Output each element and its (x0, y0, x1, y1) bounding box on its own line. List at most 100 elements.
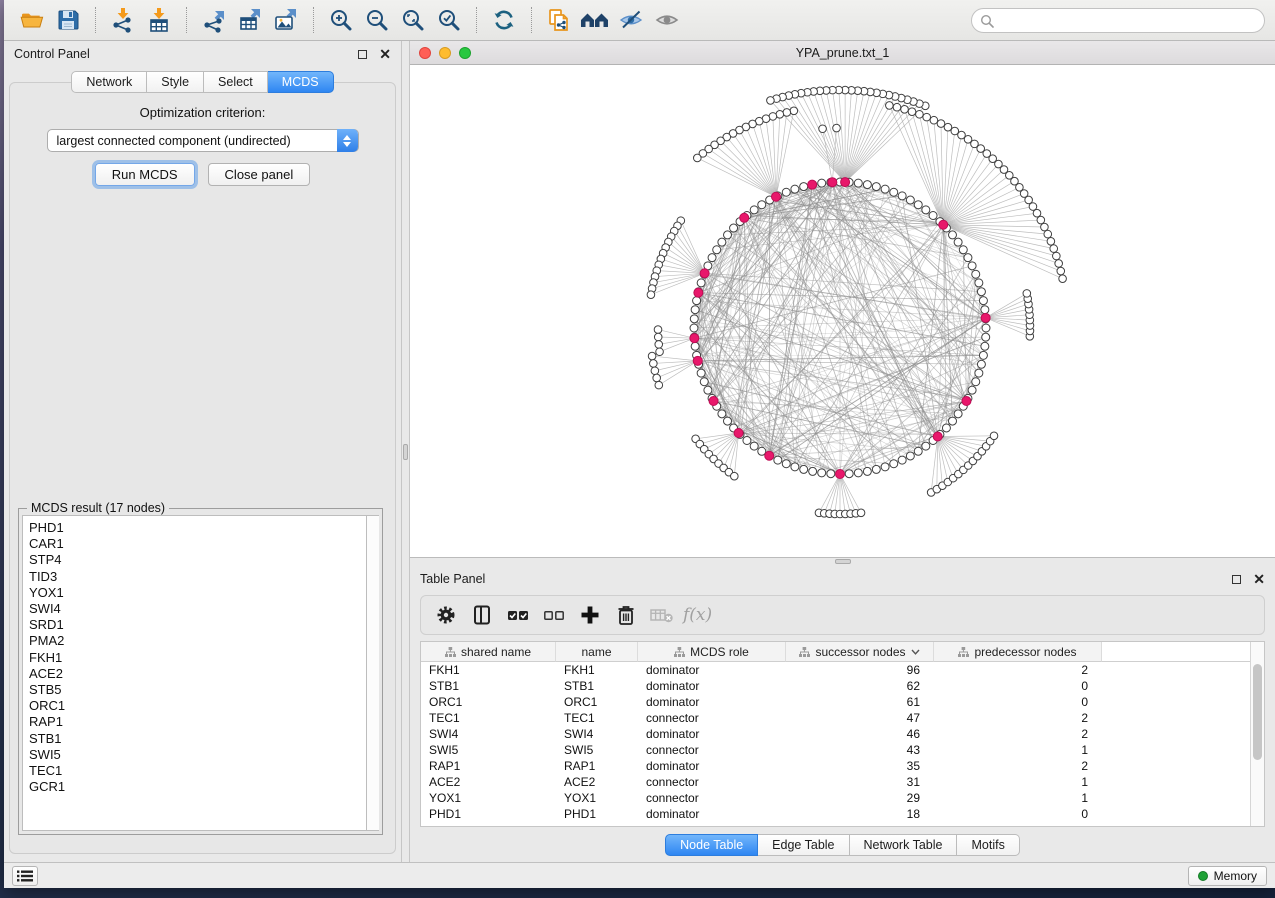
table-cell[interactable]: 29 (786, 791, 934, 805)
mcds-result-item[interactable]: RAP1 (29, 714, 378, 730)
table-cell[interactable]: 31 (786, 775, 934, 789)
table-cell[interactable]: SWI5 (556, 743, 638, 757)
tab-edge-table[interactable]: Edge Table (758, 834, 849, 856)
table-cell[interactable]: dominator (638, 679, 786, 693)
refresh-view-button[interactable] (488, 5, 520, 35)
float-window-icon[interactable] (358, 50, 367, 59)
table-cell[interactable]: PHD1 (421, 807, 556, 821)
table-row[interactable]: RAP1RAP1dominator352 (421, 758, 1264, 774)
table-cell[interactable]: FKH1 (421, 663, 556, 677)
tab-select[interactable]: Select (204, 71, 268, 93)
table-cell[interactable]: 46 (786, 727, 934, 741)
show-all-button[interactable] (651, 5, 683, 35)
table-cell[interactable]: 96 (786, 663, 934, 677)
mcds-result-item[interactable]: PHD1 (29, 520, 378, 536)
table-cell[interactable]: dominator (638, 663, 786, 677)
table-cell[interactable]: ACE2 (556, 775, 638, 789)
close-panel-button[interactable]: Close panel (208, 163, 311, 186)
table-cell[interactable]: connector (638, 775, 786, 789)
table-cell[interactable]: 2 (934, 663, 1102, 677)
import-table-button[interactable] (143, 5, 175, 35)
table-cell[interactable]: 0 (934, 695, 1102, 709)
table-cell[interactable]: 1 (934, 743, 1102, 757)
open-file-button[interactable] (16, 5, 48, 35)
mcds-result-item[interactable]: SWI4 (29, 601, 378, 617)
mcds-result-item[interactable]: ORC1 (29, 698, 378, 714)
table-row[interactable]: SWI5SWI5connector431 (421, 742, 1264, 758)
float-window-icon[interactable] (1232, 575, 1241, 584)
table-cell[interactable]: SWI4 (556, 727, 638, 741)
mcds-result-item[interactable]: YOX1 (29, 585, 378, 601)
table-row[interactable]: SWI4SWI4dominator462 (421, 726, 1264, 742)
optimization-criterion-select[interactable]: largest connected component (undirected) (47, 129, 359, 152)
mcds-result-item[interactable]: TID3 (29, 569, 378, 585)
table-cell[interactable]: 0 (934, 807, 1102, 821)
table-cell[interactable]: ORC1 (421, 695, 556, 709)
vertical-splitter[interactable] (401, 41, 410, 862)
table-cell[interactable]: dominator (638, 807, 786, 821)
hide-selected-button[interactable] (615, 5, 647, 35)
horizontal-splitter[interactable] (410, 558, 1275, 566)
memory-button[interactable]: Memory (1188, 866, 1267, 886)
select-all-rows-button[interactable] (503, 601, 533, 629)
mcds-result-item[interactable]: STB1 (29, 731, 378, 747)
tab-style[interactable]: Style (147, 71, 204, 93)
table-cell[interactable]: TEC1 (556, 711, 638, 725)
show-log-button[interactable] (12, 866, 38, 886)
column-header-successor-nodes[interactable]: successor nodes (786, 642, 934, 662)
table-cell[interactable]: 47 (786, 711, 934, 725)
import-network-button[interactable] (107, 5, 139, 35)
table-cell[interactable]: RAP1 (556, 759, 638, 773)
save-session-button[interactable] (52, 5, 84, 35)
new-network-from-selection-button[interactable] (543, 5, 575, 35)
mcds-list-scrollbar[interactable] (366, 515, 379, 831)
export-image-button[interactable] (270, 5, 302, 35)
table-row[interactable]: STB1STB1dominator620 (421, 678, 1264, 694)
table-cell[interactable]: STB1 (556, 679, 638, 693)
delete-columns-button[interactable] (611, 601, 641, 629)
function-builder-button[interactable]: f(x) (683, 605, 712, 625)
column-header-mcds-role[interactable]: MCDS role (638, 642, 786, 662)
close-panel-icon[interactable]: ✕ (1253, 575, 1265, 584)
table-cell[interactable]: ACE2 (421, 775, 556, 789)
network-canvas[interactable] (410, 65, 1275, 557)
table-cell[interactable]: 1 (934, 791, 1102, 805)
add-column-button[interactable] (575, 601, 605, 629)
table-cell[interactable]: YOX1 (421, 791, 556, 805)
network-window-titlebar[interactable]: YPA_prune.txt_1 (410, 41, 1275, 65)
column-header-name[interactable]: name (556, 642, 638, 662)
mcds-result-item[interactable]: TEC1 (29, 763, 378, 779)
table-cell[interactable]: 62 (786, 679, 934, 693)
tab-motifs[interactable]: Motifs (957, 834, 1019, 856)
table-cell[interactable]: 1 (934, 775, 1102, 789)
delete-table-button[interactable] (647, 601, 677, 629)
table-cell[interactable]: 18 (786, 807, 934, 821)
table-cell[interactable]: dominator (638, 759, 786, 773)
zoom-out-button[interactable] (361, 5, 393, 35)
mcds-result-item[interactable]: ACE2 (29, 666, 378, 682)
table-cell[interactable]: 2 (934, 711, 1102, 725)
tab-node-table[interactable]: Node Table (665, 834, 758, 856)
table-cell[interactable]: YOX1 (556, 791, 638, 805)
run-mcds-button[interactable]: Run MCDS (95, 163, 195, 186)
table-row[interactable]: PHD1PHD1dominator180 (421, 806, 1264, 822)
zoom-selected-button[interactable] (433, 5, 465, 35)
table-row[interactable]: ORC1ORC1dominator610 (421, 694, 1264, 710)
table-cell[interactable]: STB1 (421, 679, 556, 693)
splitter-grip[interactable] (835, 559, 851, 564)
network-graph[interactable] (410, 65, 1273, 557)
table-cell[interactable]: 0 (934, 679, 1102, 693)
table-cell[interactable]: RAP1 (421, 759, 556, 773)
table-cell[interactable]: 43 (786, 743, 934, 757)
mcds-result-item[interactable]: FKH1 (29, 650, 378, 666)
table-cell[interactable]: dominator (638, 727, 786, 741)
mcds-result-item[interactable]: SWI5 (29, 747, 378, 763)
mcds-result-item[interactable]: PMA2 (29, 633, 378, 649)
mcds-result-item[interactable]: STB5 (29, 682, 378, 698)
mcds-result-list[interactable]: PHD1CAR1STP4TID3YOX1SWI4SRD1PMA2FKH1ACE2… (22, 515, 379, 831)
zoom-in-button[interactable] (325, 5, 357, 35)
table-settings-button[interactable] (431, 601, 461, 629)
deselect-all-rows-button[interactable] (539, 601, 569, 629)
table-cell[interactable]: ORC1 (556, 695, 638, 709)
table-row[interactable]: YOX1YOX1connector291 (421, 790, 1264, 806)
